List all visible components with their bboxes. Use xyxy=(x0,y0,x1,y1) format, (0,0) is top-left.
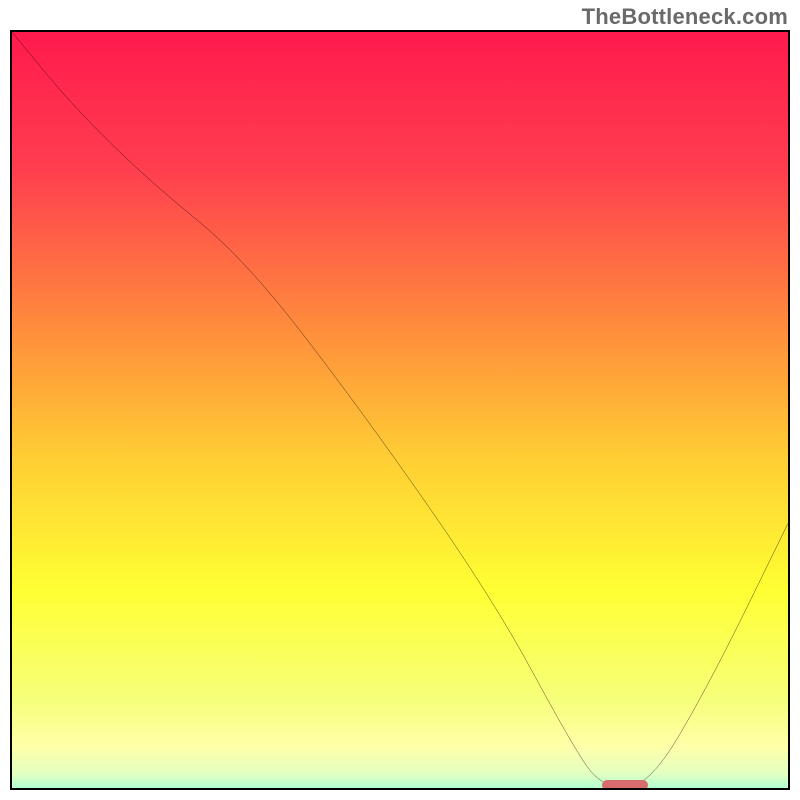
chart-frame xyxy=(10,30,790,790)
bottleneck-curve xyxy=(12,32,788,788)
optimal-range-marker xyxy=(602,780,649,790)
watermark-text: TheBottleneck.com xyxy=(582,4,788,30)
